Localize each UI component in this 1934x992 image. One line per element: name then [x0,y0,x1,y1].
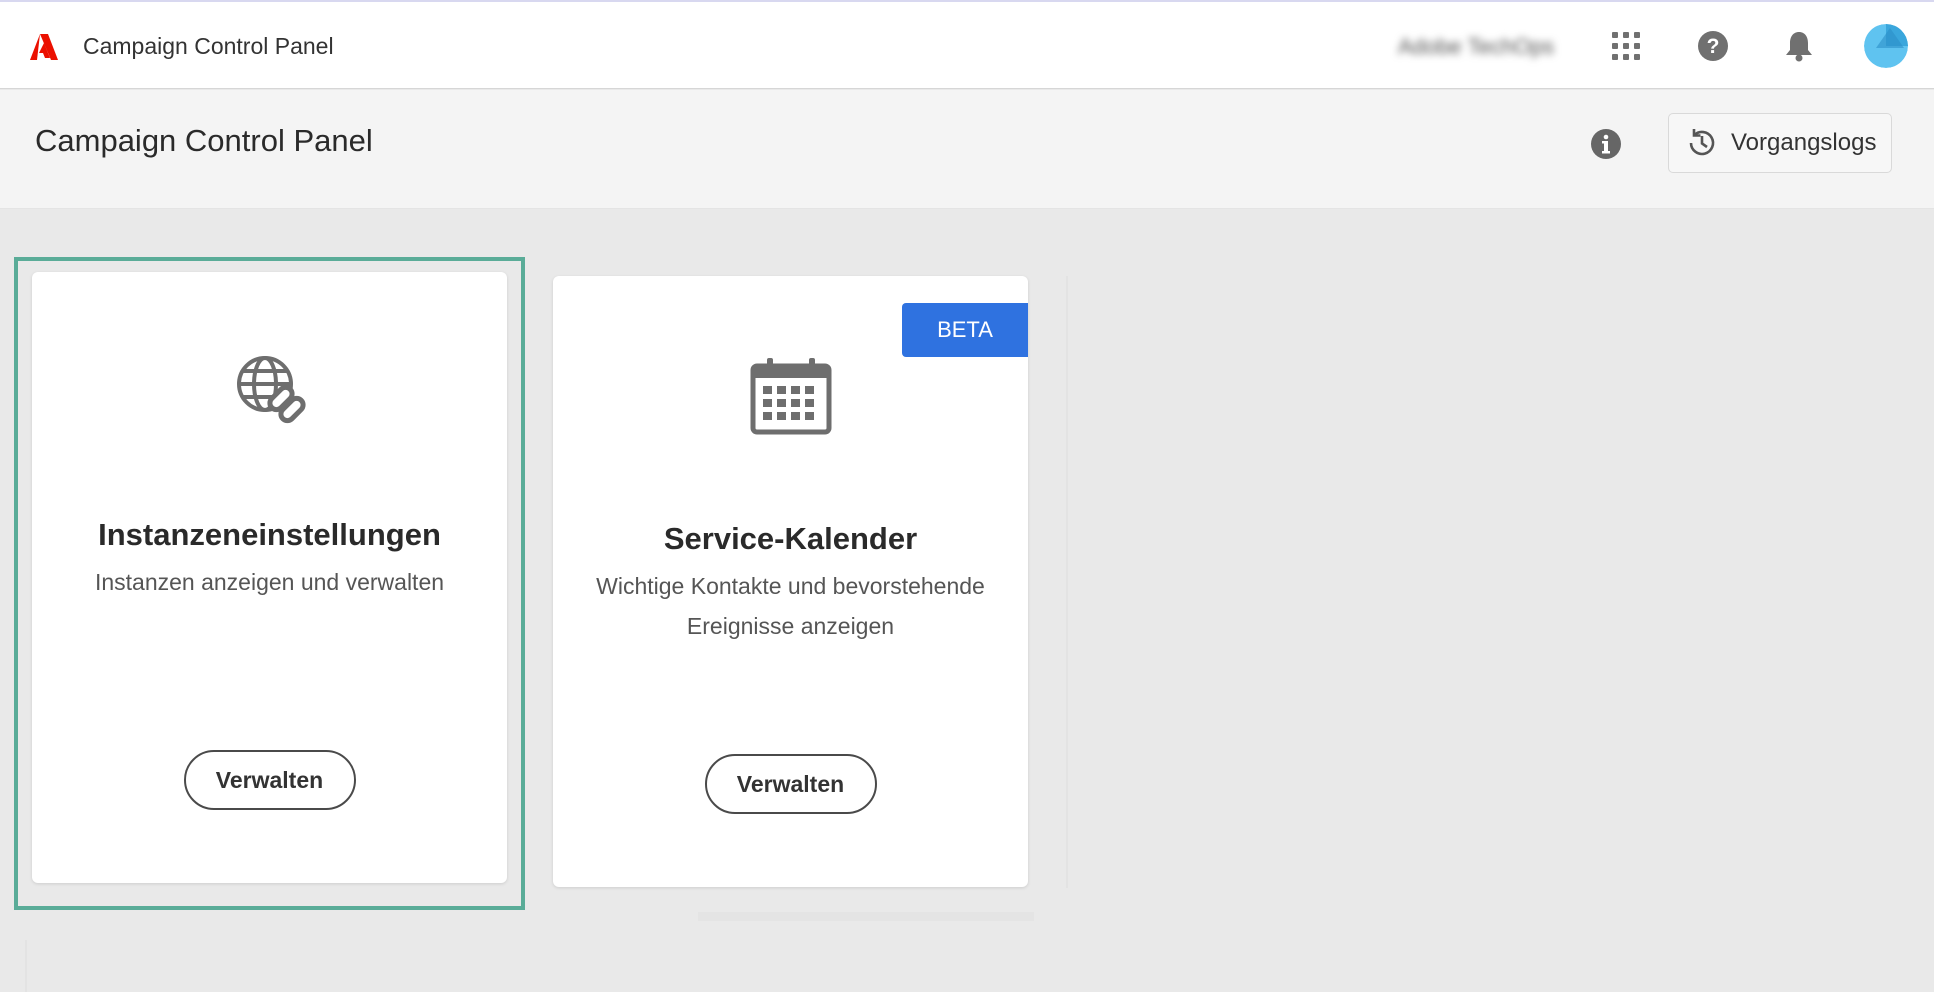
info-icon[interactable] [1588,126,1624,162]
adobe-logo-icon[interactable] [30,34,58,60]
beta-badge: BETA [902,303,1028,357]
org-name[interactable]: Adobe TechOps [1398,34,1554,60]
calendar-icon [750,358,831,435]
manage-calendar-button[interactable]: Verwalten [704,754,877,814]
top-navigation-bar: Campaign Control Panel Adobe TechOps ? [0,2,1934,89]
service-calendar-card[interactable]: BETA Service-Kalender Wichtige Kontakte … [553,276,1028,887]
selection-highlight [14,257,525,910]
app-grid-icon[interactable] [1604,24,1648,68]
card-shadow [698,912,1034,921]
activity-logs-button[interactable]: Vorgangslogs [1668,113,1892,173]
user-avatar[interactable] [1864,24,1908,68]
divider [25,940,27,992]
app-title[interactable]: Campaign Control Panel [83,33,334,60]
page-title: Campaign Control Panel [35,123,373,158]
history-icon [1689,129,1715,156]
card-description: Wichtige Kontakte und bevorstehende Erei… [596,573,985,639]
divider [1066,276,1068,888]
help-icon[interactable]: ? [1691,24,1735,68]
card-title: Service-Kalender [663,521,918,556]
svg-text:?: ? [1707,35,1720,58]
page-header: Campaign Control Panel Vorgangslogs [0,90,1934,209]
bell-icon[interactable] [1777,24,1821,68]
activity-logs-label: Vorgangslogs [1731,129,1877,156]
